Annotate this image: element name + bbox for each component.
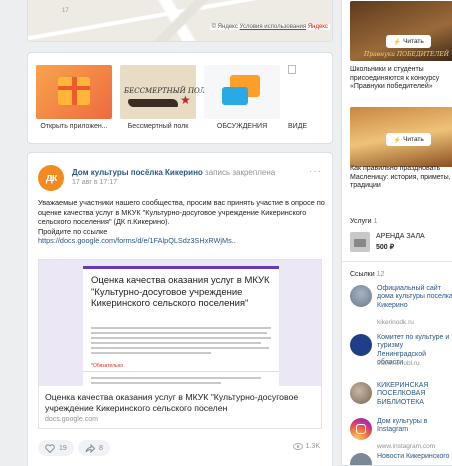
preview-domain: docs.google.com [45,416,98,423]
hall-icon [350,232,370,252]
map-widget: 17 © Яндекс Условия использования Яндекс [27,0,333,42]
service-item[interactable]: АРЕНДА ЗАЛА 500 ₽ [350,230,450,254]
form-paper: Оценка качества оказания услуг в МКУК "К… [83,266,279,386]
form-title: Оценка качества оказания услуг в МКУК "К… [91,275,270,309]
divider [342,261,452,262]
app-tile-label: ВИДЕ [288,123,308,130]
app-tile-label: ОБСУЖДЕНИЯ [216,123,268,130]
star-icon: ★ [180,93,191,107]
links-count: 12 [376,271,385,278]
link-preview[interactable]: Оценка качества оказания услуг в МКУК "К… [38,259,322,429]
service-name: АРЕНДА ЗАЛА [376,233,425,240]
yandex-logo[interactable]: Яндекс [308,24,328,30]
like-count: 19 [59,444,67,452]
immortal-regiment-thumbnail: БЕССМЕРТНЫЙ ПОЛК ★ [120,65,211,119]
discussions-thumbnail [204,65,280,119]
library-avatar-icon [350,382,372,404]
link-url: www.instagram.com [377,443,436,450]
form-text-line [91,347,269,349]
link-name[interactable]: Дом культуры в Instagram [377,418,452,435]
post-text: Уважаемые участники нашего сообщества, п… [38,198,326,246]
gift-icon [58,77,90,105]
promo-image-caption: Правнуки ПОБЕДИТЕЛЕЙ [364,51,449,58]
form-screenshot: Оценка качества оказания услуг в МКУК "К… [39,260,321,386]
read-button-label: Читать [403,38,424,45]
view-counter: 1.3K [292,443,320,450]
lightning-icon: ⚡ [393,136,402,144]
app-tile-video[interactable]: ВИДЕ [288,65,328,130]
post-link[interactable]: https://docs.google.com/forms/d/e/1FAlpQ… [38,236,326,246]
form-text-line [91,352,211,354]
read-button[interactable]: ⚡ Читать [386,35,431,48]
promo-image-great-grandchildren[interactable]: ⚡ Читать Правнуки ПОБЕДИТЕЛЕЙ [350,1,452,61]
app-tile-label: Бессмертный полк [127,123,189,130]
building-avatar-icon [350,285,372,307]
form-text-line [91,337,271,339]
preview-title[interactable]: Оценка качества оказания услуг в МКУК "К… [45,392,317,414]
form-text-line [91,342,261,344]
form-required-note: *Обязательно [91,363,124,369]
lightning-icon: ⚡ [393,38,402,46]
gift-app-thumbnail [36,65,112,119]
services-title: Услуги [350,218,372,225]
share-count: 8 [99,444,103,452]
app-tile-immortal-regiment[interactable]: БЕССМЕРТНЫЙ ПОЛК ★ Бессмертный полк [120,65,211,130]
app-tile-discussions[interactable]: ОБСУЖДЕНИЯ [204,65,280,130]
form-divider [83,371,279,372]
view-count: 1.3K [305,443,320,450]
form-text-line [91,382,221,384]
service-price: 500 ₽ [376,244,395,251]
promo-image-maslenitsa[interactable]: ⚡ Читать [350,107,452,167]
links-title: Ссылки [350,271,375,278]
like-button[interactable]: 19 [38,440,74,456]
community-avatar[interactable]: дк [38,165,64,191]
instagram-icon [350,418,372,440]
promo-text[interactable]: Школьники и студенты присоединяются к ко… [350,66,452,92]
committee-logo-icon [350,334,372,356]
links-header[interactable]: Ссылки 12 [350,271,384,278]
post-header: Дом культуры посёлка Кикерино запись зак… [72,168,275,177]
read-button-label: Читать [403,136,424,143]
link-url: kikerinodk.ru [377,319,414,326]
post-more-menu-icon[interactable]: ··· [309,166,322,177]
app-tile-open-app[interactable]: Открыть приложен... [36,65,112,130]
broken-image-icon [288,65,296,74]
post-timestamp[interactable]: 17 авг в 17:17 [72,179,117,186]
regiment-logo-shape [128,99,178,107]
link-name[interactable]: Новости Кикеринского [377,453,452,461]
post-author-link[interactable]: Дом культуры посёлка Кикерино [72,168,203,177]
map-image[interactable]: 17 © Яндекс Условия использования Яндекс [28,0,332,41]
link-url: travel.lenobl.ru [377,360,420,367]
pinned-label: запись закреплена [205,168,276,177]
heart-icon [45,443,55,453]
share-icon [85,443,95,453]
link-name[interactable]: Официальный сайт дома культуры поселка К… [377,285,452,310]
map-credit-brand: Яндекс [217,24,238,30]
read-button[interactable]: ⚡ Читать [386,133,431,146]
promo-text[interactable]: Как правильно праздновать Масленицу: ист… [350,165,452,191]
avatar-initials: дк [45,172,57,184]
map-terms-link[interactable]: Условия использования [240,24,307,30]
app-tile-label: Открыть приложен... [40,123,108,130]
right-sidebar: ⚡ Читать Правнуки ПОБЕДИТЕЛЕЙ Школьники … [341,0,452,466]
post-cta: Пройдите по ссылке [38,226,108,236]
video-thumbnail [288,65,328,119]
form-text-line [91,332,267,334]
chat-bubble-icon [222,87,248,105]
services-header[interactable]: Услуги 1 [350,218,377,225]
form-text-line [91,327,271,329]
link-name[interactable]: КИКЕРИНСКАЯ ПОСЕЛКОВАЯ БИБЛИОТЕКА [377,382,452,407]
map-credit: © Яндекс Условия использования Яндекс [209,24,330,30]
map-house-number: 17 [62,8,69,14]
share-button[interactable]: 8 [78,440,110,456]
form-text-line [91,377,261,379]
pinned-post: дк Дом культуры посёлка Кикерино запись … [27,152,333,466]
news-avatar-icon [350,453,372,465]
eye-icon [292,443,303,450]
post-body: Уважаемые участники нашего сообщества, п… [38,198,325,226]
regiment-logo-text: БЕССМЕРТНЫЙ ПОЛК [124,87,212,95]
copyright-sign: © [211,24,216,30]
apps-strip: Открыть приложен... БЕССМЕРТНЫЙ ПОЛК ★ Б… [27,52,333,144]
services-count: 1 [373,218,378,225]
